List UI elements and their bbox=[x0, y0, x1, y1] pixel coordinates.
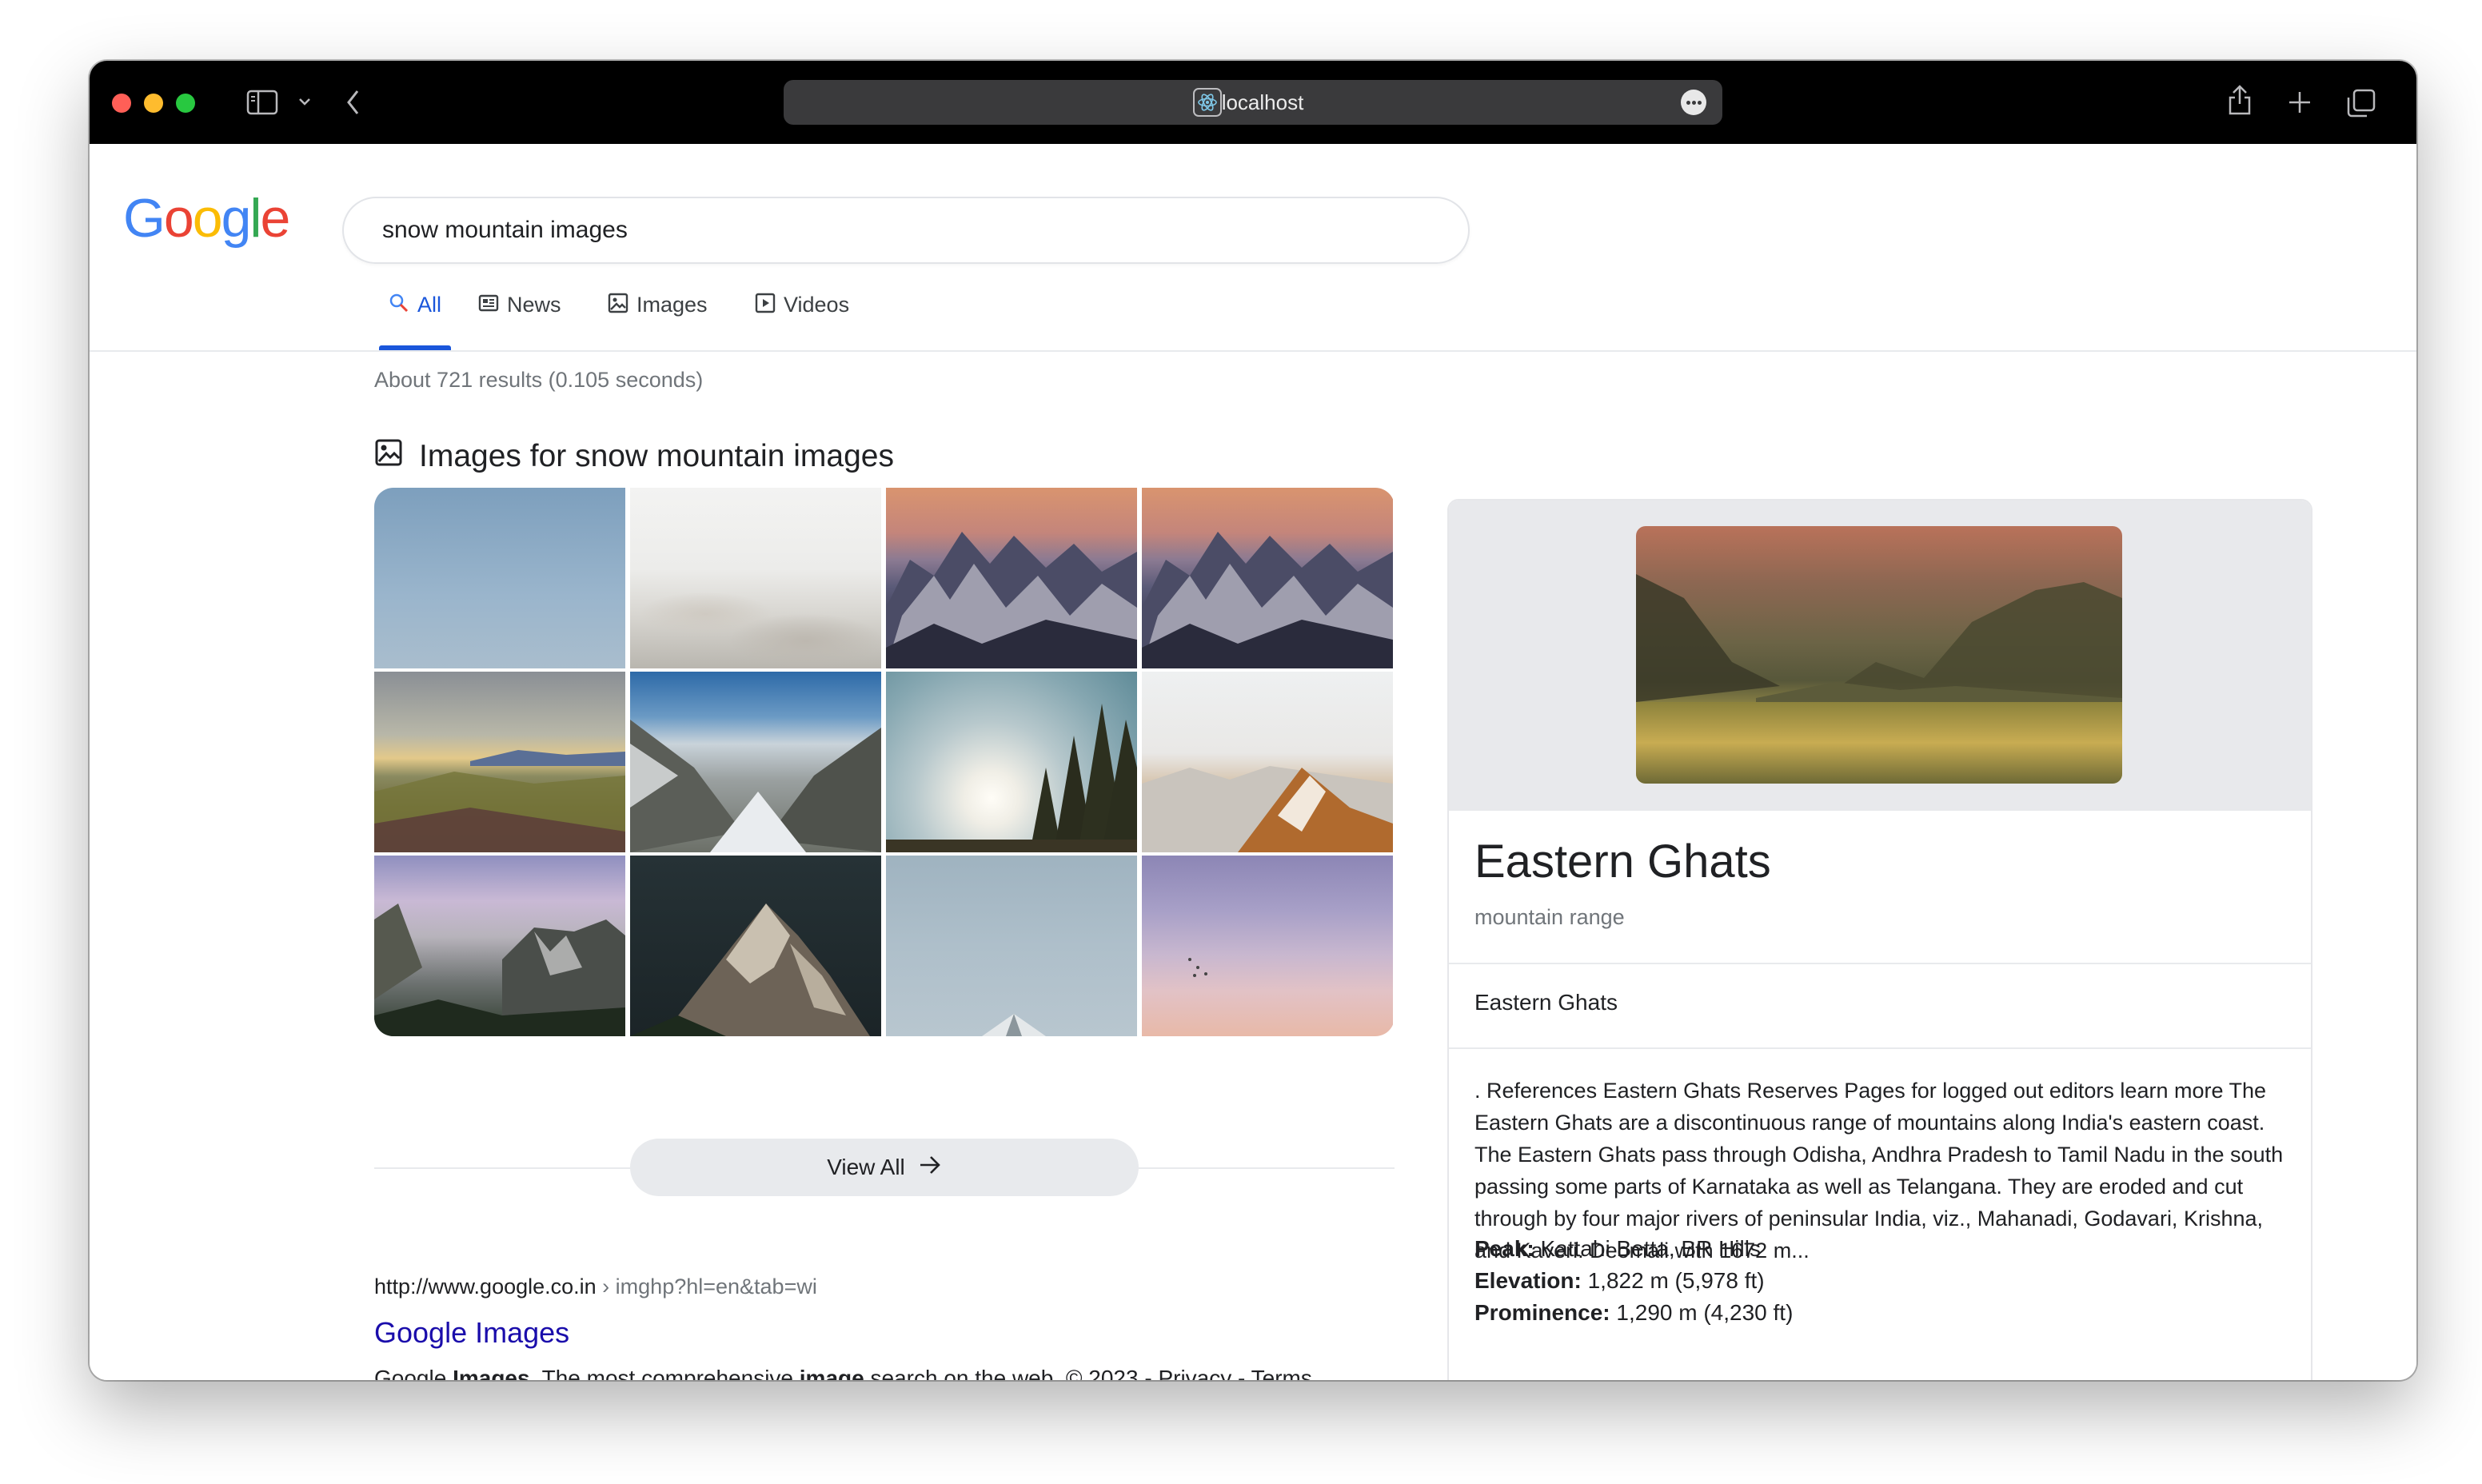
images-section-heading: Images for snow mountain images bbox=[374, 438, 894, 475]
image-thumbnail[interactable] bbox=[886, 856, 1137, 1036]
more-options-icon[interactable] bbox=[1681, 90, 1706, 115]
fact-label: Prominence: bbox=[1474, 1300, 1610, 1325]
knowledge-panel-title: Eastern Ghats bbox=[1474, 836, 1771, 888]
result-title-link[interactable]: Google Images bbox=[374, 1316, 569, 1350]
knowledge-panel-image[interactable] bbox=[1636, 526, 2122, 784]
tab-images[interactable]: Images bbox=[608, 285, 708, 350]
snippet-highlight: image bbox=[799, 1366, 864, 1380]
browser-window: localhost Google snow mountain images Al… bbox=[90, 61, 2416, 1380]
result-snippet: Google Images. The most comprehensive im… bbox=[374, 1366, 1319, 1380]
tab-label: Images bbox=[636, 293, 708, 317]
knowledge-panel-image-area bbox=[1449, 501, 2311, 811]
knowledge-panel-name: Eastern Ghats bbox=[1474, 990, 1618, 1015]
knowledge-panel-subtitle: mountain range bbox=[1474, 905, 1625, 929]
image-thumbnail[interactable] bbox=[886, 488, 1137, 668]
tab-videos[interactable]: Videos bbox=[755, 285, 849, 350]
image-thumbnail[interactable] bbox=[630, 488, 881, 668]
browser-toolbar: localhost bbox=[90, 61, 2416, 144]
image-thumbnail[interactable] bbox=[1142, 672, 1393, 852]
knowledge-panel-facts: Peak: Kattahi Betta, BR Hills Elevation:… bbox=[1474, 1233, 1793, 1329]
newspaper-icon bbox=[478, 293, 499, 319]
result-url-host: http://www.google.co.in bbox=[374, 1275, 597, 1298]
result-url-path: › imghp?hl=en&tab=wi bbox=[596, 1275, 817, 1298]
share-icon[interactable] bbox=[2226, 83, 2253, 117]
tab-overview-icon[interactable] bbox=[2346, 88, 2376, 118]
snippet-part: Google bbox=[374, 1366, 453, 1380]
fact-elevation: Elevation: 1,822 m (5,978 ft) bbox=[1474, 1265, 1793, 1297]
logo-letter: o bbox=[192, 188, 223, 249]
google-logo[interactable]: Google bbox=[123, 187, 291, 249]
fact-peak: Peak: Kattahi Betta, BR Hills bbox=[1474, 1233, 1793, 1265]
back-arrow-icon[interactable] bbox=[345, 88, 361, 117]
snippet-part: . The most comprehensive bbox=[529, 1366, 800, 1380]
logo-letter: g bbox=[221, 188, 252, 249]
logo-letter: G bbox=[123, 188, 166, 249]
image-icon bbox=[374, 438, 403, 475]
kp-divider bbox=[1449, 963, 2311, 964]
snippet-part: search on the web. © 2023 - Privacy - Te… bbox=[864, 1366, 1319, 1380]
arrow-right-icon bbox=[918, 1155, 942, 1181]
image-thumbnail[interactable] bbox=[374, 672, 625, 852]
image-thumbnail[interactable] bbox=[1142, 488, 1393, 668]
logo-letter: o bbox=[163, 188, 194, 249]
logo-letter: l bbox=[249, 188, 261, 249]
fact-label: Peak: bbox=[1474, 1236, 1534, 1261]
tabs-divider bbox=[90, 350, 2416, 352]
image-thumbnail[interactable] bbox=[630, 672, 881, 852]
search-icon bbox=[389, 293, 409, 319]
tab-news[interactable]: News bbox=[478, 285, 561, 350]
play-icon bbox=[755, 293, 776, 319]
fact-value: 1,290 m (4,230 ft) bbox=[1610, 1300, 1794, 1325]
image-thumbnail[interactable] bbox=[374, 488, 625, 668]
chevron-down-icon[interactable] bbox=[297, 96, 312, 107]
view-all-label: View All bbox=[827, 1155, 905, 1179]
tab-label: News bbox=[507, 293, 561, 317]
snippet-highlight: Images bbox=[453, 1366, 530, 1380]
tab-label: Videos bbox=[784, 293, 850, 317]
kp-divider bbox=[1449, 1047, 2311, 1049]
address-bar[interactable]: localhost bbox=[784, 80, 1722, 125]
image-thumbnail[interactable] bbox=[374, 856, 625, 1036]
sidebar-icon[interactable] bbox=[246, 90, 278, 115]
results-stats: About 721 results (0.105 seconds) bbox=[374, 368, 704, 392]
search-input[interactable] bbox=[382, 213, 1422, 248]
image-thumbnail[interactable] bbox=[886, 672, 1137, 852]
images-heading-text: Images for snow mountain images bbox=[419, 439, 894, 473]
logo-letter: e bbox=[260, 188, 291, 249]
result-url: http://www.google.co.in › imghp?hl=en&ta… bbox=[374, 1275, 817, 1299]
close-window-button[interactable] bbox=[112, 94, 131, 113]
zoom-window-button[interactable] bbox=[176, 94, 195, 113]
tab-label: All bbox=[417, 293, 441, 317]
tab-all[interactable]: All bbox=[379, 285, 451, 350]
search-results-page: Google All News Images bbox=[90, 144, 2416, 1380]
fact-value: 1,822 m (5,978 ft) bbox=[1581, 1268, 1765, 1293]
image-icon bbox=[608, 293, 628, 319]
fact-prominence: Prominence: 1,290 m (4,230 ft) bbox=[1474, 1297, 1793, 1329]
image-grid bbox=[374, 488, 1395, 1036]
new-tab-icon[interactable] bbox=[2287, 90, 2312, 115]
view-all-button[interactable]: View All bbox=[630, 1139, 1139, 1196]
search-box[interactable] bbox=[342, 197, 1470, 264]
fact-label: Elevation: bbox=[1474, 1268, 1582, 1293]
minimize-window-button[interactable] bbox=[144, 94, 163, 113]
image-thumbnail[interactable] bbox=[630, 856, 881, 1036]
fact-value: Kattahi Betta, BR Hills bbox=[1534, 1236, 1761, 1261]
image-thumbnail[interactable] bbox=[1142, 856, 1393, 1036]
url-text: localhost bbox=[1221, 90, 1304, 114]
knowledge-panel: Eastern Ghats mountain range Eastern Gha… bbox=[1447, 499, 2312, 1380]
